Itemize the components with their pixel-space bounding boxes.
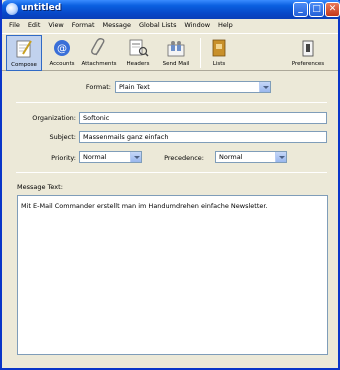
at-sign-icon: @ [54, 40, 70, 56]
accounts-label: Accounts [49, 61, 75, 67]
lists-button[interactable]: Lists [205, 35, 233, 71]
preferences-switch-icon [302, 40, 314, 57]
menu-window[interactable]: Window [181, 19, 213, 29]
format-select[interactable]: Plain Text [115, 81, 271, 93]
window-title: untitled [21, 3, 62, 13]
app-icon [6, 3, 18, 15]
format-label: Format: [85, 83, 111, 91]
preferences-label: Preferences [291, 61, 325, 67]
priority-value: Normal [83, 153, 107, 161]
headers-button[interactable]: Headers [121, 35, 155, 71]
menu-edit[interactable]: Edit [25, 19, 44, 29]
divider [16, 102, 327, 103]
lists-label: Lists [212, 61, 226, 67]
send-mail-label: Send Mail [162, 61, 190, 67]
preferences-button[interactable]: Preferences [286, 35, 330, 71]
menu-format[interactable]: Format [69, 19, 98, 29]
send-mail-button[interactable]: Send Mail [157, 35, 195, 71]
precedence-select[interactable]: Normal [215, 151, 287, 163]
subject-label: Subject: [49, 133, 77, 141]
compose-icon [16, 40, 32, 58]
chevron-down-icon [130, 152, 141, 162]
message-body-textarea[interactable]: Mit E-Mail Commander erstellt man im Han… [17, 195, 328, 355]
lists-book-icon [212, 39, 226, 57]
format-value: Plain Text [119, 83, 150, 91]
menu-view[interactable]: View [45, 19, 66, 29]
toolbar: Compose @ Accounts Attachments Headers S… [2, 33, 338, 71]
organization-label: Organization: [32, 114, 76, 122]
menu-bar: File Edit View Format Message Global Lis… [2, 19, 338, 32]
close-button[interactable]: ✕ [325, 2, 340, 17]
priority-select[interactable]: Normal [79, 151, 142, 163]
organization-field[interactable]: Softonic [79, 112, 327, 124]
headers-label: Headers [126, 61, 150, 67]
title-bar[interactable]: untitled _ □ ✕ [2, 0, 340, 19]
divider [16, 172, 327, 173]
subject-field[interactable]: Massenmails ganz einfach [79, 131, 327, 143]
menu-global-lists[interactable]: Global Lists [136, 19, 180, 29]
app-window: untitled _ □ ✕ File Edit View Format Mes… [0, 0, 340, 370]
maximize-button[interactable]: □ [309, 2, 324, 17]
priority-label: Priority: [51, 154, 76, 162]
compose-button[interactable]: Compose [6, 35, 42, 71]
attachments-label: Attachments [81, 61, 117, 67]
precedence-value: Normal [219, 153, 243, 161]
precedence-label: Precedence: [164, 154, 204, 162]
attachments-button[interactable]: Attachments [80, 35, 118, 71]
toolbar-separator [200, 38, 201, 68]
send-mail-icon [167, 41, 185, 57]
chevron-down-icon [259, 82, 270, 92]
chevron-down-icon [275, 152, 286, 162]
compose-label: Compose [11, 62, 37, 68]
message-text-label: Message Text: [17, 183, 63, 191]
paperclip-icon [91, 38, 105, 56]
headers-icon [129, 39, 149, 57]
minimize-button[interactable]: _ [293, 2, 308, 17]
accounts-button[interactable]: @ Accounts [45, 35, 79, 71]
menu-file[interactable]: File [6, 19, 23, 29]
menu-message[interactable]: Message [100, 19, 135, 29]
menu-help[interactable]: Help [215, 19, 236, 29]
svg-text:@: @ [57, 44, 67, 55]
